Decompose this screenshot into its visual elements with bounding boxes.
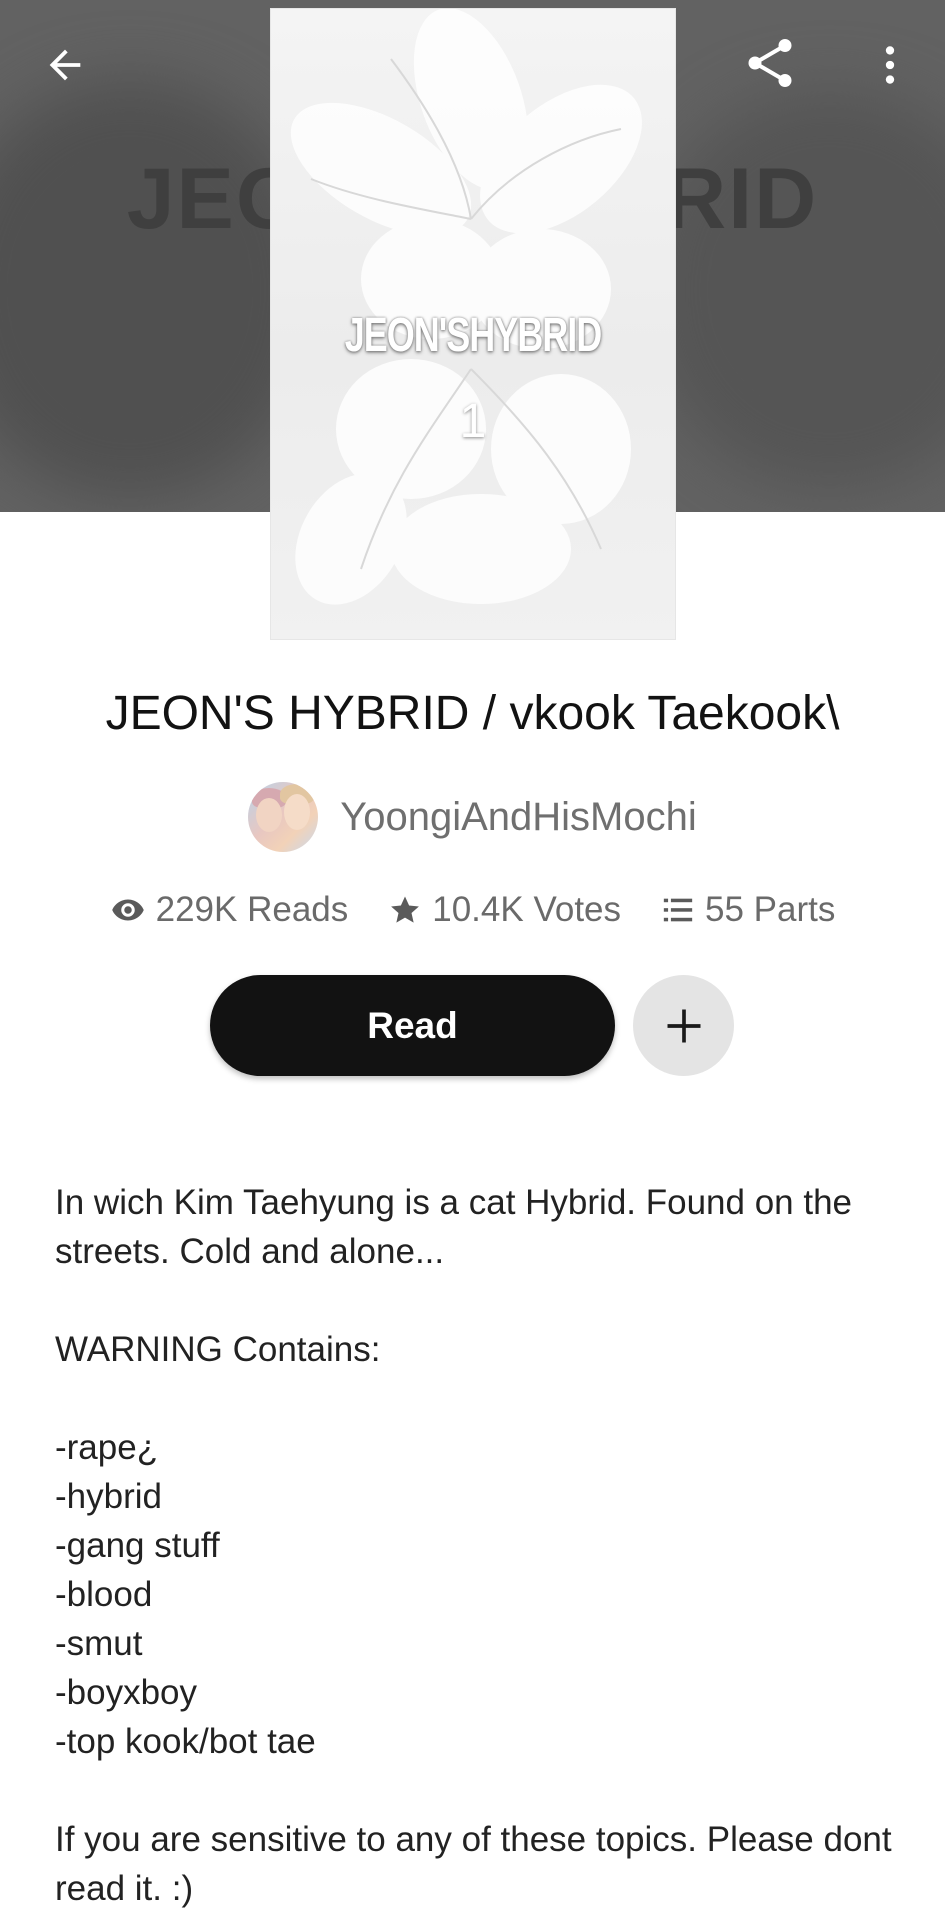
more-vertical-icon xyxy=(885,46,895,84)
read-button[interactable]: Read xyxy=(210,975,615,1076)
story-stats: 229K Reads 10.4K Votes 55 Parts xyxy=(0,890,945,930)
story-description: In wich Kim Taehyung is a cat Hybrid. Fo… xyxy=(55,1178,895,1913)
votes-stat: 10.4K Votes xyxy=(388,890,621,930)
description-line: read it. :) xyxy=(55,1869,194,1908)
cover-title: JEON'SHYBRID xyxy=(344,306,603,362)
warning-item: -rape¿ xyxy=(55,1428,159,1467)
more-options-button[interactable] xyxy=(855,30,925,100)
back-button[interactable] xyxy=(30,30,100,100)
plus-icon xyxy=(667,1009,700,1042)
description-line: streets. Cold and alone... xyxy=(55,1232,445,1271)
eye-icon xyxy=(111,899,144,921)
reads-stat: 229K Reads xyxy=(110,890,349,930)
description-line: In wich Kim Taehyung is a cat Hybrid. Fo… xyxy=(55,1183,853,1222)
warning-item: -gang stuff xyxy=(55,1526,220,1565)
warning-item: -top kook/bot tae xyxy=(55,1722,316,1761)
cover-number: 1 xyxy=(459,395,487,448)
avatar[interactable] xyxy=(248,782,319,852)
parts-count: 55 Parts xyxy=(705,890,836,929)
warning-item: -blood xyxy=(55,1575,153,1614)
arrow-left-icon xyxy=(49,49,81,81)
votes-count: 10.4K Votes xyxy=(432,890,622,929)
author-name[interactable]: YoongiAndHisMochi xyxy=(340,795,697,840)
description-line: If you are sensitive to any of these top… xyxy=(55,1820,892,1859)
warning-item: -boyxboy xyxy=(55,1673,198,1712)
share-icon xyxy=(748,39,792,87)
reads-count: 229K Reads xyxy=(155,890,349,929)
share-button[interactable] xyxy=(735,28,805,98)
parts-stat: 55 Parts xyxy=(661,890,835,930)
warning-heading: WARNING Contains: xyxy=(55,1330,381,1369)
add-to-library-button[interactable] xyxy=(633,975,734,1076)
star-icon xyxy=(391,896,420,923)
warning-item: -hybrid xyxy=(55,1477,162,1516)
author-row[interactable]: YoongiAndHisMochi xyxy=(0,782,945,852)
book-cover[interactable]: JEON'SHYBRID 1 xyxy=(271,9,675,639)
story-title: JEON'S HYBRID / vkook Taekook\ xyxy=(105,687,840,740)
list-icon xyxy=(663,898,693,922)
warning-item: -smut xyxy=(55,1624,143,1663)
